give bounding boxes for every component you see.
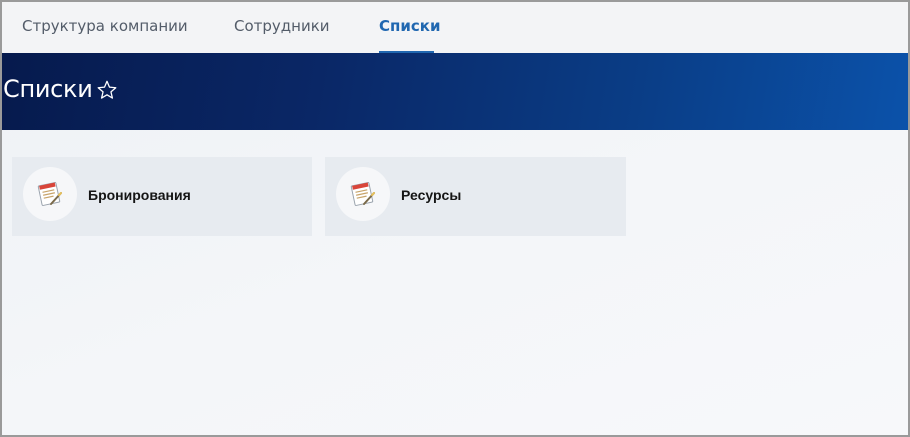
list-tile-label: Бронирования — [88, 187, 191, 203]
tab-employees[interactable]: Сотрудники — [234, 17, 330, 35]
app-window: Структура компании Сотрудники Списки Спи… — [0, 0, 910, 437]
list-tile-bookings[interactable]: Бронирования — [12, 157, 312, 236]
page-title: Списки — [3, 75, 93, 103]
tab-company-structure[interactable]: Структура компании — [22, 17, 188, 35]
list-tile-label: Ресурсы — [401, 187, 462, 203]
tab-lists[interactable]: Списки — [379, 17, 440, 35]
page-header-banner — [2, 53, 908, 130]
list-document-icon — [336, 167, 390, 221]
star-outline-icon[interactable] — [96, 79, 118, 101]
list-document-icon — [23, 167, 77, 221]
top-tabs: Структура компании Сотрудники Списки — [2, 2, 908, 53]
list-tile-resources[interactable]: Ресурсы — [325, 157, 626, 236]
